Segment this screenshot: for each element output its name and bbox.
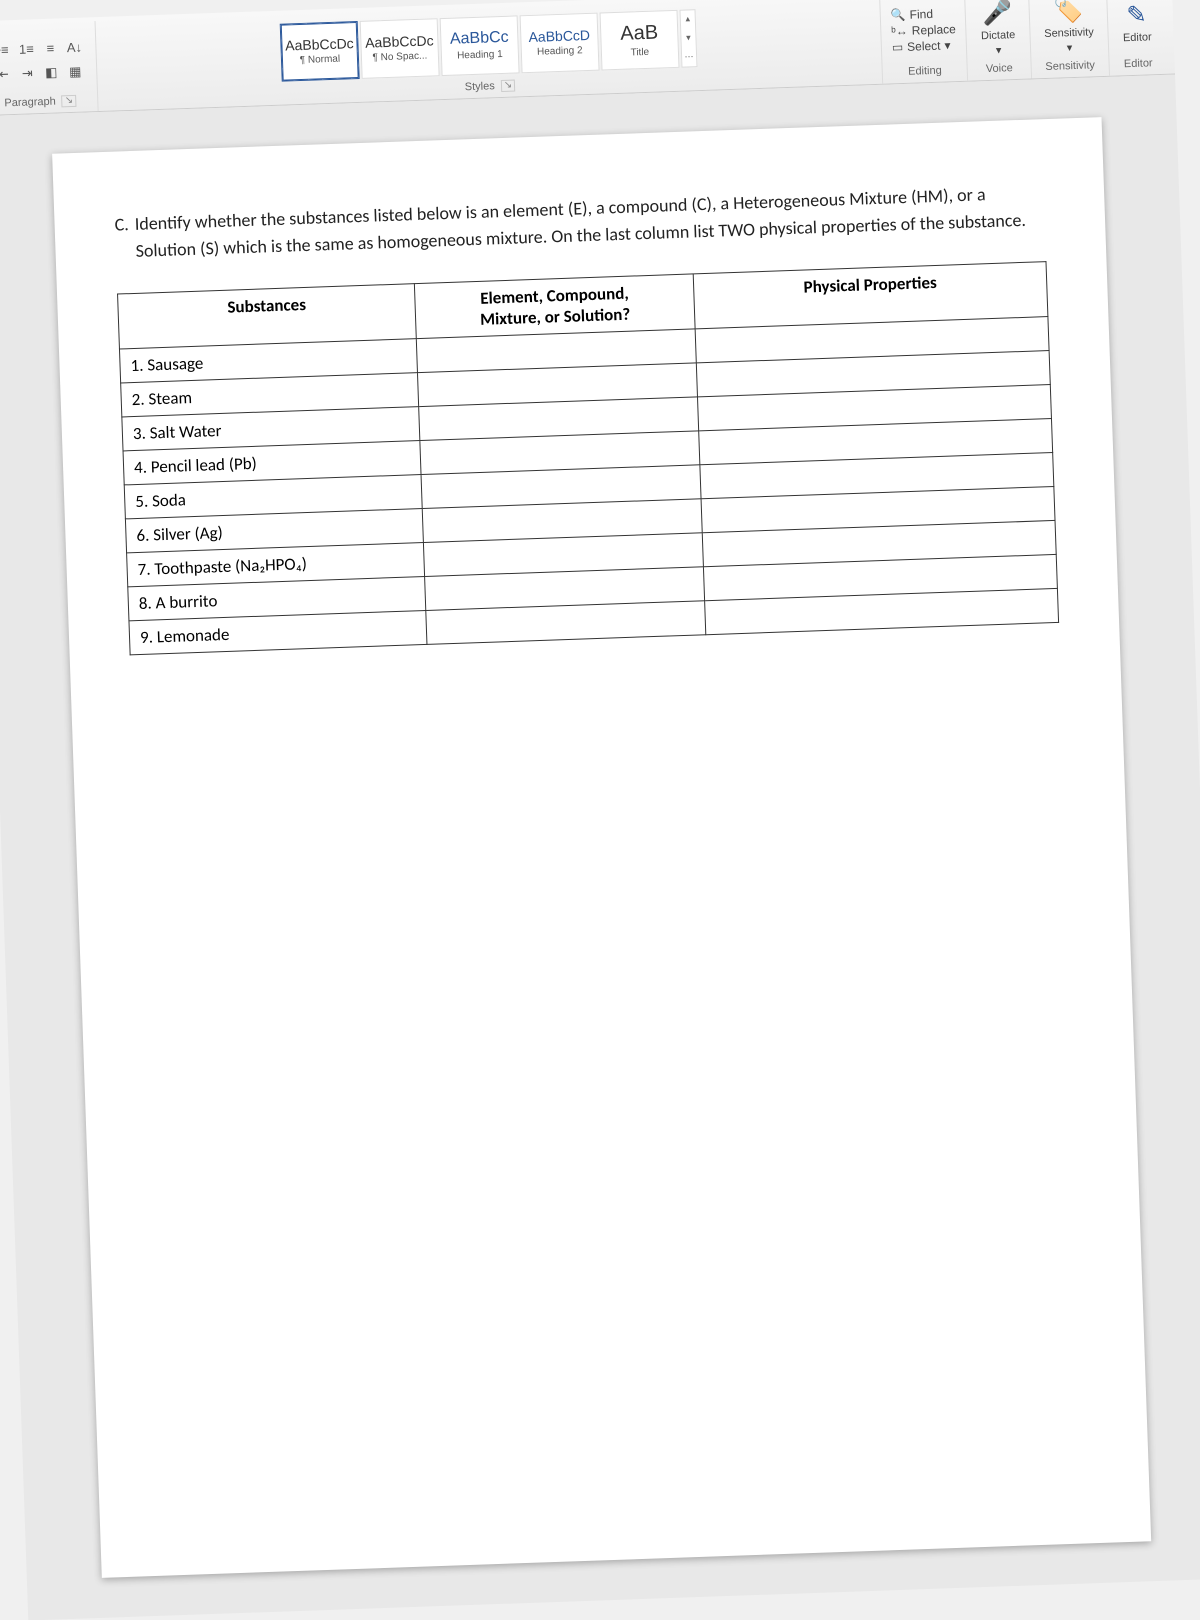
chevron-down-icon: ▾ — [1067, 41, 1073, 54]
editor-icon: ✎ — [1126, 0, 1147, 30]
editor-label: Editor — [1124, 57, 1153, 70]
numbering-icon[interactable]: 1≡ — [15, 38, 38, 61]
microphone-icon: 🎤 — [982, 0, 1013, 28]
bullets-icon[interactable]: •≡ — [0, 39, 14, 62]
styles-dialog-launcher[interactable]: ↘ — [501, 80, 516, 92]
editing-group: 🔍 Find ᵇ↔ Replace ▭ Select ▾ Editing — [880, 0, 969, 84]
chevron-up-icon: ▴ — [681, 14, 695, 25]
paragraph-dialog-launcher[interactable]: ↘ — [62, 95, 77, 107]
voice-group: 🎤 Dictate ▾ Voice — [965, 0, 1031, 81]
editor-group: ✎ Editor Editor — [1107, 0, 1167, 76]
question-letter: C. — [114, 211, 130, 265]
sensitivity-icon: 🏷️ — [1053, 0, 1084, 25]
paragraph-label: Paragraph — [4, 96, 56, 110]
question-body: Identify whether the substances listed b… — [134, 179, 1045, 265]
replace-button[interactable]: ᵇ↔ Replace — [891, 22, 956, 38]
paragraph-group: •≡ 1≡ ≡ A↓ ⇤ ⇥ ◧ ▦ Paragraph ↘ — [0, 21, 99, 115]
dictate-button[interactable]: 🎤 Dictate ▾ — [976, 0, 1020, 59]
question-text: C. Identify whether the substances liste… — [114, 179, 1045, 265]
styles-gallery: AaBbCcDc ¶ Normal AaBbCcDc ¶ No Spac... … — [280, 9, 698, 81]
multilevel-icon[interactable]: ≡ — [39, 37, 62, 60]
voice-label: Voice — [986, 62, 1013, 75]
borders-icon[interactable]: ▦ — [64, 60, 87, 83]
shading-icon[interactable]: ◧ — [40, 61, 63, 84]
style-normal[interactable]: AaBbCcDc ¶ Normal — [280, 20, 360, 81]
chevron-down-icon: ▾ — [944, 38, 951, 52]
editing-label: Editing — [908, 65, 942, 78]
increase-indent-icon[interactable]: ⇥ — [16, 62, 39, 85]
header-type: Element, Compound, Mixture, or Solution? — [415, 274, 695, 339]
select-button[interactable]: ▭ Select ▾ — [892, 38, 951, 54]
style-heading-2[interactable]: AaBbCcD Heading 2 — [520, 12, 600, 73]
replace-icon: ᵇ↔ — [891, 23, 908, 38]
editor-button[interactable]: ✎ Editor — [1118, 0, 1156, 46]
sensitivity-button[interactable]: 🏷️ Sensitivity ▾ — [1039, 0, 1099, 57]
style-no-spacing[interactable]: AaBbCcDc ¶ No Spac... — [360, 18, 440, 79]
styles-more-button[interactable]: ▴ ▾ ⋯ — [679, 9, 697, 68]
chevron-down-icon: ▾ — [681, 32, 695, 43]
sort-icon[interactable]: A↓ — [63, 36, 86, 59]
find-icon: 🔍 — [890, 7, 905, 22]
style-title[interactable]: AaB Title — [599, 9, 679, 70]
decrease-indent-icon[interactable]: ⇤ — [0, 63, 15, 86]
find-button[interactable]: 🔍 Find — [890, 6, 933, 21]
more-icon: ⋯ — [682, 51, 696, 62]
document-page[interactable]: C. Identify whether the substances liste… — [52, 117, 1151, 1578]
chevron-down-icon: ▾ — [996, 43, 1002, 56]
document-area: C. Identify whether the substances liste… — [0, 74, 1200, 1620]
sensitivity-group: 🏷️ Sensitivity ▾ Sensitivity — [1029, 0, 1111, 78]
sensitivity-label: Sensitivity — [1045, 59, 1095, 73]
select-icon: ▭ — [892, 39, 904, 53]
worksheet-table: Substances Element, Compound, Mixture, o… — [117, 261, 1059, 655]
style-heading-1[interactable]: AaBbCc Heading 1 — [440, 15, 520, 76]
styles-label: Styles — [465, 80, 495, 93]
